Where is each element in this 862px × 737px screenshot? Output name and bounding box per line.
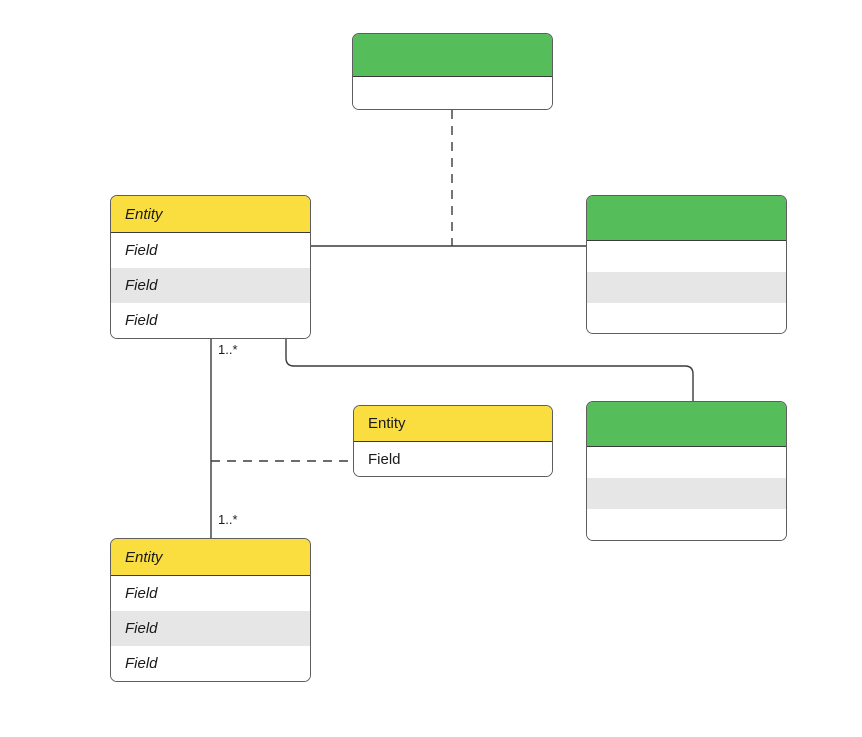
node-green-right-bottom-row-2 [587, 509, 786, 540]
diagram-canvas: Entity Field Field Field Entity Field En… [0, 0, 862, 737]
node-entity-left-bottom-row-1: Field [111, 611, 310, 646]
node-entity-left-top-header: Entity [111, 196, 310, 233]
edge-edge-left-entity-to-green-right-bottom [285, 339, 694, 401]
node-entity-left-top-row-2: Field [111, 303, 310, 338]
node-green-top[interactable] [352, 33, 553, 110]
node-green-right-top-row-2 [587, 303, 786, 333]
node-green-right-bottom-header [587, 402, 786, 447]
node-green-top-row-0 [353, 77, 552, 109]
node-green-right-top-row-1 [587, 272, 786, 303]
node-entity-middle[interactable]: Entity Field [353, 405, 553, 477]
node-entity-left-bottom-row-2: Field [111, 646, 310, 681]
node-entity-left-bottom[interactable]: Entity Field Field Field [110, 538, 311, 682]
node-entity-left-top-row-0: Field [111, 233, 310, 268]
node-entity-left-bottom-header: Entity [111, 539, 310, 576]
node-green-top-header [353, 34, 552, 77]
multiplicity-label-top: 1..* [218, 342, 238, 357]
node-green-right-top[interactable] [586, 195, 787, 334]
node-entity-left-top[interactable]: Entity Field Field Field [110, 195, 311, 339]
node-green-right-bottom-row-0 [587, 447, 786, 478]
node-entity-left-top-row-1: Field [111, 268, 310, 303]
node-entity-left-bottom-row-0: Field [111, 576, 310, 611]
node-green-right-top-header [587, 196, 786, 241]
node-green-right-top-row-0 [587, 241, 786, 272]
node-green-right-bottom-row-1 [587, 478, 786, 509]
node-entity-middle-header: Entity [354, 406, 552, 442]
node-green-right-bottom[interactable] [586, 401, 787, 541]
multiplicity-label-bottom: 1..* [218, 512, 238, 527]
node-entity-middle-row-0: Field [354, 442, 552, 476]
